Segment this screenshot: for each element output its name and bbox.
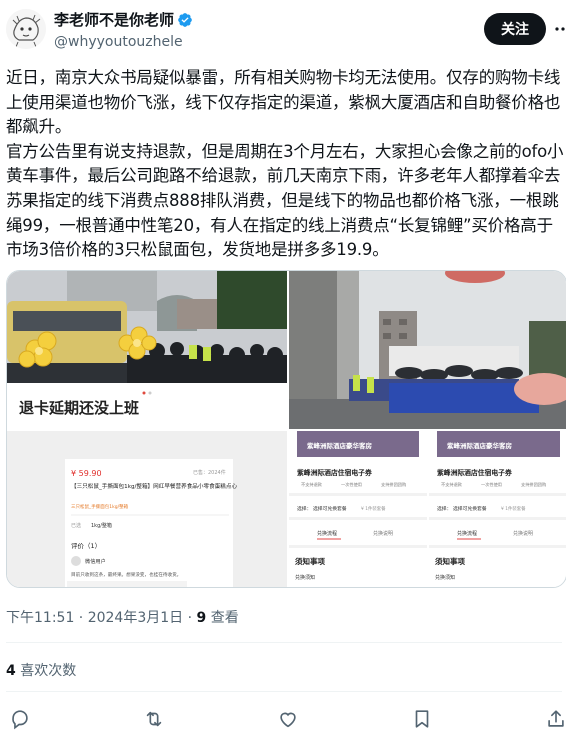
spec-label: 已选	[71, 522, 81, 529]
display-name[interactable]: 李老师不是你老师	[54, 11, 193, 29]
voucher-1-notice-title: 须知事项	[295, 556, 325, 566]
voucher-1-option-sub: ¥ 1件装套餐	[361, 505, 386, 512]
retweet-icon	[146, 711, 162, 727]
tweet-meta: 下午11:51 · 2024年3月1日 · 9 查看	[6, 607, 239, 627]
likes-stat[interactable]: 4 喜欢次数	[6, 660, 76, 680]
voucher-1-option-label: 选择：	[297, 505, 311, 512]
display-name-text[interactable]: 李老师不是你老师	[54, 11, 174, 29]
bookmark-button[interactable]	[408, 705, 436, 733]
heart-icon	[280, 712, 296, 728]
verified-badge-icon	[178, 13, 192, 27]
voucher-2-tag2: 一次性使用	[481, 481, 502, 488]
voucher-2-notice-title: 须知事项	[435, 556, 465, 566]
tweet-text: 近日，南京大众书局疑似暴雷，所有相关购物卡均无法使用。仅存的购物卡线上使用渠道也…	[6, 68, 564, 260]
like-button[interactable]	[274, 705, 302, 733]
reviews-label: 评价（1）	[71, 542, 101, 550]
voucher-1-notice-sub: 兑换须知	[295, 574, 315, 581]
user-handle[interactable]: @whyyoutouzhele	[54, 33, 183, 51]
voucher-1-tab2[interactable]: 兑换说明	[373, 530, 393, 537]
likes-count: 4	[6, 663, 16, 679]
share-icon	[548, 710, 564, 727]
media-image-3[interactable]: ¥ 59.90 已售：2024件 【三只松鼠_手撕面包1kg/整箱】网红早餐营养…	[7, 431, 287, 587]
media-grid: 退卡延期还没上班 ¥ 59.90 已售：2024件 【三只松鼠_手撕面包1kg/…	[6, 270, 566, 588]
voucher-2-tab2[interactable]: 兑换说明	[513, 530, 533, 537]
more-options-icon[interactable]	[553, 20, 566, 38]
voucher-1-tag3: 支持拼团团购	[381, 481, 406, 488]
voucher-1-option-value: 选择可兑换套餐	[313, 505, 347, 512]
divider-top	[6, 642, 562, 643]
voucher-1-tag1: 不支持退款	[301, 481, 323, 488]
avatar[interactable]	[6, 9, 46, 49]
tweet-actions	[0, 705, 566, 735]
likes-label: 喜欢次数	[15, 663, 77, 679]
voucher-1-header: 紫峰洲际酒店豪华客房	[307, 441, 373, 450]
media-image-2[interactable]	[289, 271, 566, 429]
voucher-2-option-value: 选择可兑换套餐	[453, 505, 487, 512]
media-image-1[interactable]: 退卡延期还没上班	[7, 271, 287, 429]
voucher-2-tag3: 支持拼团团购	[521, 481, 546, 488]
views-count: 9	[196, 610, 207, 626]
follow-button[interactable]: 关注	[484, 13, 546, 45]
voucher-2-notice-sub: 兑换须知	[435, 574, 455, 581]
divider-bottom	[6, 691, 562, 692]
product-title-text: 【三只松鼠_手撕面包1kg/整箱】网红早餐营养食品小零食蛋糕点心	[71, 482, 237, 490]
media-image-1-caption: 退卡延期还没上班	[19, 399, 139, 417]
voucher-2-title: 紫峰洲际酒店住宿电子券	[437, 468, 512, 477]
views-label: 查看	[206, 610, 239, 626]
product-title: 【三只松鼠_手撕面包1kg/整箱】网红早餐营养食品小零食蛋糕点心	[71, 482, 237, 490]
reply-button[interactable]	[6, 705, 34, 733]
share-button[interactable]	[542, 705, 566, 733]
product-price: ¥ 59.90	[71, 469, 102, 478]
voucher-2-option-label: 选择：	[437, 505, 451, 512]
media-image-4[interactable]: 紫峰洲际酒店豪华客房 紫峰洲际酒店住宿电子券 不支持退款 一次性使用 支持拼团团…	[289, 431, 427, 587]
product-tag: 三只松鼠_手撕面包1kg/整箱	[71, 503, 129, 510]
review-text: 目前只收到这条，最终果。想果没变，也挂在待收货。	[71, 571, 181, 578]
spec-value: 1kg/整箱	[91, 522, 112, 529]
product-stock: 已售：2024件	[193, 469, 226, 476]
reviewer-name: 微信用户	[85, 557, 106, 565]
voucher-1-tag2: 一次性使用	[341, 481, 362, 488]
voucher-2-tag1: 不支持退款	[441, 481, 463, 488]
tweet-timestamp[interactable]: 下午11:51 · 2024年3月1日 ·	[6, 610, 197, 626]
voucher-2-header: 紫峰洲际酒店豪华客房	[447, 441, 513, 450]
retweet-button[interactable]	[140, 705, 168, 733]
reply-icon	[12, 710, 28, 730]
media-image-5[interactable]: 紫峰洲际酒店豪华客房 紫峰洲际酒店住宿电子券 不支持退款 一次性使用 支持拼团团…	[429, 431, 566, 587]
voucher-2-tab1[interactable]: 兑换流程	[457, 530, 477, 537]
voucher-1-tab1[interactable]: 兑换流程	[317, 530, 337, 537]
bookmark-icon	[415, 710, 429, 728]
voucher-2-option-sub: ¥ 1件装套餐	[501, 505, 526, 512]
tweet-header: 李老师不是你老师 @whyyoutouzhele 关注	[0, 0, 566, 62]
voucher-1-title: 紫峰洲际酒店住宿电子券	[297, 468, 372, 477]
